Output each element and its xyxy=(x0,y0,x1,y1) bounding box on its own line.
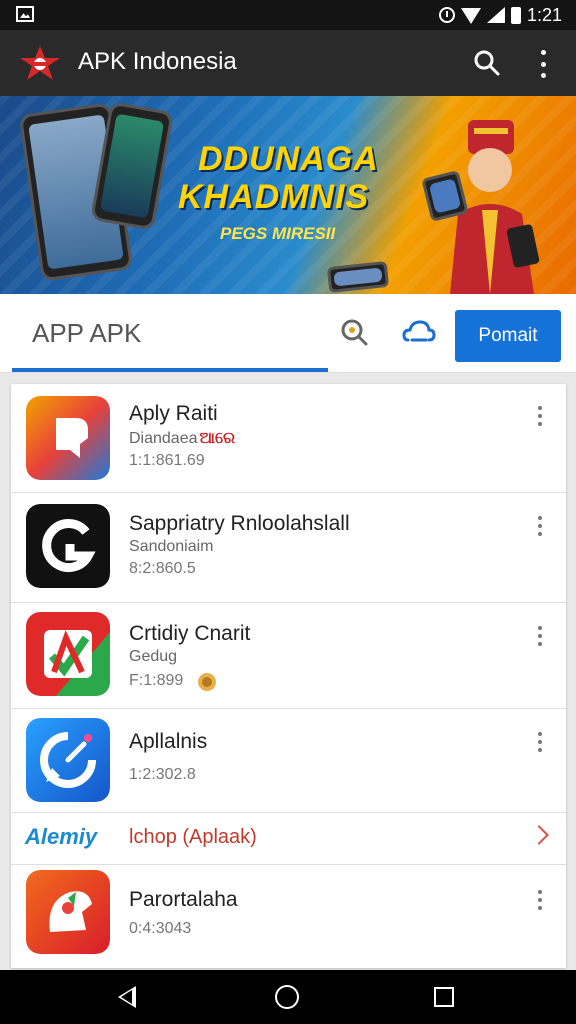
status-icons: 1:21 xyxy=(438,4,562,26)
more-vert-icon[interactable] xyxy=(536,50,550,78)
award-badge-icon xyxy=(197,673,216,691)
wifi-icon xyxy=(460,8,481,24)
primary-action-button[interactable]: Pomait xyxy=(455,310,561,362)
more-vert-icon[interactable] xyxy=(538,890,544,910)
app-icon-apllalnis xyxy=(26,718,110,802)
home-icon[interactable] xyxy=(275,985,299,1009)
navigation-bar xyxy=(0,970,576,1024)
list-item[interactable]: Aply Raiti Diandaea ଆରେ 1:1:861.69 xyxy=(11,384,566,493)
app-subtitle: Diandaea ଆରେ xyxy=(129,430,235,448)
search-icon[interactable] xyxy=(474,50,500,76)
app-subtitle: Sandoniaim xyxy=(129,538,214,555)
app-title: Sappriatry Rnloolahslall xyxy=(129,512,350,535)
app-icon-crtidiy xyxy=(26,612,110,696)
app-tag: ଆରେ xyxy=(199,430,236,447)
promo-row[interactable]: Alemiy lchop (Aplaak) xyxy=(11,812,566,865)
app-meta-text: F:1:899 xyxy=(129,672,184,690)
list-item[interactable]: Crtidiy Cnarit Gedug F:1:899 xyxy=(11,602,566,709)
red-star-logo-icon[interactable] xyxy=(16,44,64,82)
app-icon-parortalaha xyxy=(26,870,110,954)
gallery-icon xyxy=(16,6,34,22)
app-meta: 1:1:861.69 xyxy=(129,452,205,469)
promo-label: lchop (Aplaak) xyxy=(129,826,257,848)
more-vert-icon[interactable] xyxy=(538,626,544,646)
more-vert-icon[interactable] xyxy=(538,516,544,536)
promo-banner[interactable]: DDUNAGA KHADMNIS PEGS MIRESII xyxy=(0,96,576,294)
more-vert-icon[interactable] xyxy=(538,406,544,426)
list-item[interactable]: Parortalaha 0:4:3043 xyxy=(11,864,566,968)
app-subtitle: Gedug xyxy=(129,648,178,665)
signal-icon xyxy=(486,7,505,23)
app-list: Aply Raiti Diandaea ଆରେ 1:1:861.69 Sappri… xyxy=(11,384,566,968)
app-title: Crtidiy Cnarit xyxy=(129,622,251,645)
active-tab-indicator xyxy=(12,368,328,372)
app-meta: 8:2:860.5 xyxy=(129,560,196,577)
tab-app-apk[interactable]: APP APK xyxy=(32,318,141,349)
list-item[interactable]: Apllalnis 1:2:302.8 xyxy=(11,708,566,813)
list-item[interactable]: Sappriatry Rnloolahslall Sandoniaim 8:2:… xyxy=(11,492,566,603)
banner-headline-2: KHADMNIS xyxy=(178,178,370,216)
app-icon-sappriatry xyxy=(26,504,110,588)
app-meta: 0:4:3043 xyxy=(129,920,192,937)
app-title: Apllalnis xyxy=(129,730,208,753)
status-bar: 1:21 xyxy=(0,0,576,30)
search-icon[interactable] xyxy=(340,318,368,346)
cloud-sync-icon[interactable] xyxy=(402,318,436,346)
alarm-icon xyxy=(438,7,455,23)
chevron-right-icon[interactable] xyxy=(529,825,549,845)
app-meta: F:1:899 xyxy=(129,670,218,692)
recents-icon[interactable] xyxy=(434,987,454,1007)
banner-headline-1: DDUNAGA xyxy=(198,140,379,178)
battery-icon xyxy=(510,6,521,24)
more-vert-icon[interactable] xyxy=(538,732,544,752)
app-title: Parortalaha xyxy=(129,888,238,911)
promo-brand-logo: Alemiy xyxy=(25,824,98,849)
app-meta: 1:2:302.8 xyxy=(129,766,196,783)
tab-bar: APP APK Pomait xyxy=(0,294,576,373)
app-icon-aply xyxy=(26,396,110,480)
app-title: APK Indonesia xyxy=(78,48,237,75)
app-bar: APK Indonesia xyxy=(0,30,576,96)
app-developer: Diandaea xyxy=(129,430,198,447)
back-icon[interactable] xyxy=(118,986,136,1008)
banner-subheadline: PEGS MIRESII xyxy=(220,224,336,243)
status-time: 1:21 xyxy=(526,4,562,25)
app-title: Aply Raiti xyxy=(129,402,218,425)
